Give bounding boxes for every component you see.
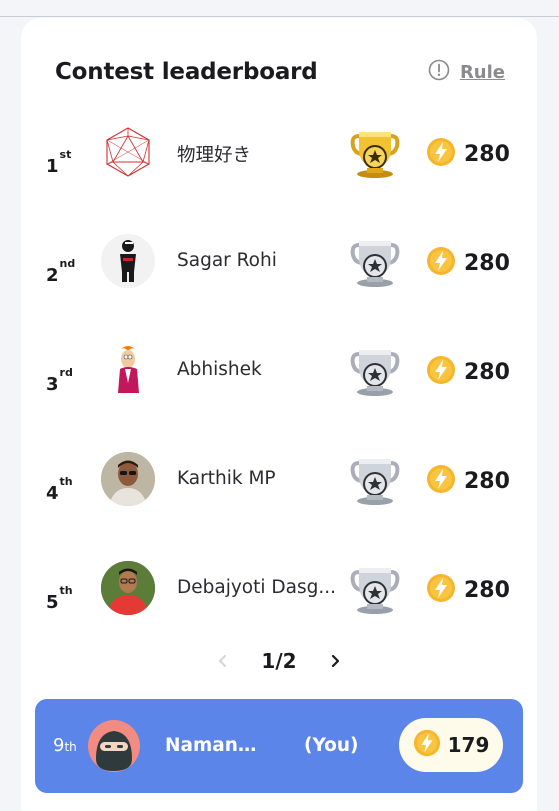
- rank-label: 3rd: [46, 366, 73, 395]
- silver-trophy-icon: [347, 560, 403, 616]
- silver-trophy-icon: [347, 342, 403, 398]
- user-photo-avatar: [101, 561, 155, 615]
- rank-label: 5th: [46, 584, 73, 613]
- score-value: 280: [464, 359, 510, 385]
- current-user-row[interactable]: 9th Naman... (You) 179: [35, 699, 523, 793]
- gold-trophy-icon: [347, 124, 403, 180]
- silver-trophy-icon: [347, 233, 403, 289]
- user-photo-avatar: [101, 452, 155, 506]
- icosahedron-avatar: [101, 125, 155, 179]
- page-indicator: 1/2: [261, 649, 297, 673]
- my-score-value: 179: [447, 733, 490, 757]
- my-score-pill: 179: [399, 718, 503, 772]
- top-divider: [0, 16, 559, 17]
- lightning-coin-icon: [413, 729, 441, 761]
- cartoon-character-avatar: [101, 343, 155, 397]
- score-value: 280: [464, 141, 510, 167]
- leaderboard-row[interactable]: 3rd Abhishek 280: [21, 336, 537, 445]
- leaderboard-row[interactable]: 1st 物理好き 280: [21, 118, 537, 227]
- info-icon: [428, 59, 450, 85]
- score-display: 280: [426, 573, 510, 607]
- page-title: Contest leaderboard: [55, 59, 318, 85]
- silver-trophy-icon: [347, 451, 403, 507]
- ninja-avatar: [87, 719, 141, 773]
- score-display: 280: [426, 355, 510, 389]
- user-name: 物理好き: [177, 145, 252, 166]
- lightning-coin-icon: [426, 137, 456, 171]
- next-page-button[interactable]: [323, 649, 347, 673]
- you-label: (You): [304, 735, 359, 756]
- score-value: 280: [464, 250, 510, 276]
- user-name: Abhishek: [177, 359, 262, 380]
- score-display: 280: [426, 246, 510, 280]
- leaderboard-row[interactable]: 4th Karthik MP 280: [21, 445, 537, 554]
- score-value: 280: [464, 577, 510, 603]
- user-name: Sagar Rohi: [177, 250, 277, 271]
- rank-label: 1st: [46, 148, 72, 177]
- rule-label: Rule: [459, 61, 505, 83]
- score-display: 280: [426, 464, 510, 498]
- rank-label: 2nd: [46, 257, 76, 286]
- pagination: 1/2: [21, 646, 537, 676]
- lightning-coin-icon: [426, 355, 456, 389]
- leaderboard-header: Contest leaderboard Rule: [55, 54, 505, 90]
- leaderboard-card: Contest leaderboard Rule 1st 物理好き 280 2n…: [21, 18, 537, 811]
- chevron-right-icon: [331, 654, 339, 668]
- lightning-coin-icon: [426, 573, 456, 607]
- leaderboard-list: 1st 物理好き 280 2nd Sagar Rohi 280 3rd Abhi…: [21, 118, 537, 663]
- user-name: Debajyoti Dasg...: [177, 577, 336, 598]
- lightning-coin-icon: [426, 464, 456, 498]
- rule-link[interactable]: Rule: [428, 59, 505, 85]
- user-name: Karthik MP: [177, 468, 276, 489]
- ninja-figure-avatar: [101, 234, 155, 288]
- my-name: Naman...: [165, 735, 257, 756]
- chevron-left-icon: [219, 655, 227, 667]
- score-display: 280: [426, 137, 510, 171]
- prev-page-button[interactable]: [211, 649, 235, 673]
- rank-label: 4th: [46, 475, 73, 504]
- score-value: 280: [464, 468, 510, 494]
- lightning-coin-icon: [426, 246, 456, 280]
- leaderboard-row[interactable]: 2nd Sagar Rohi 280: [21, 227, 537, 336]
- my-rank-label: 9th: [53, 735, 77, 756]
